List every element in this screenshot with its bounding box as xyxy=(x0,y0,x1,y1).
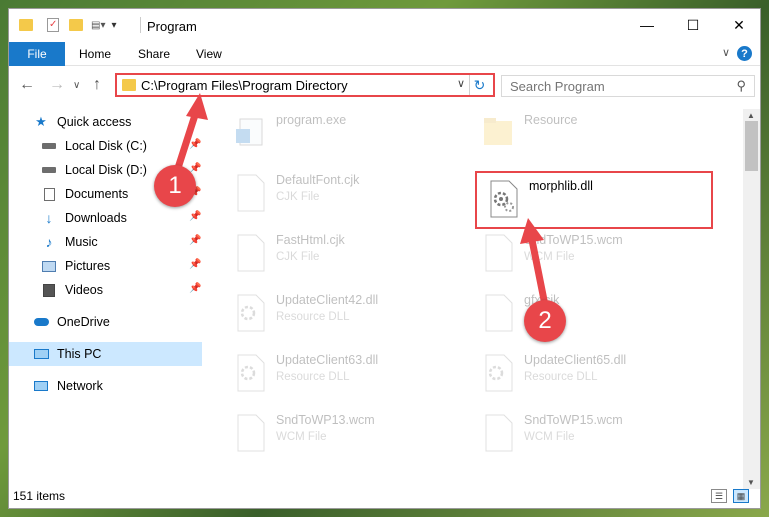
step-2-badge: 2 xyxy=(524,300,566,342)
arrow-2 xyxy=(520,218,548,304)
arrow-1 xyxy=(174,93,208,172)
annotation-arrows xyxy=(174,93,548,304)
step-1-badge: 1 xyxy=(154,165,196,207)
